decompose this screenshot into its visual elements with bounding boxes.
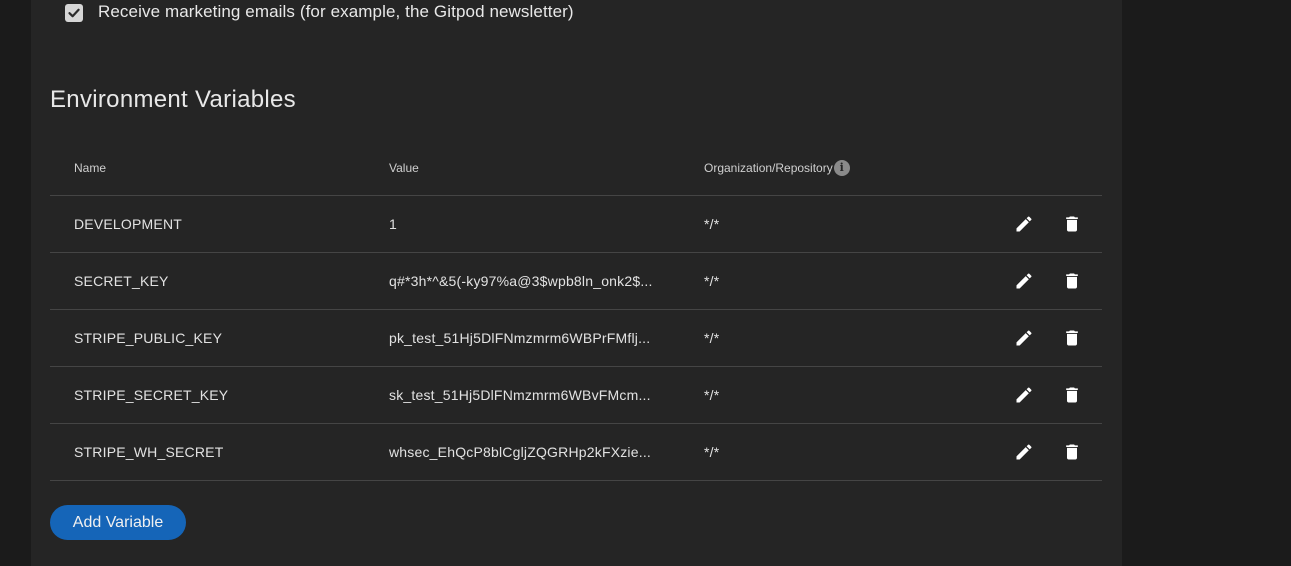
edit-icon[interactable] [1012, 383, 1036, 407]
variable-value: pk_test_51Hj5DlFNmzmrm6WBPrFMflj... [389, 330, 651, 346]
column-header-value: Value [389, 160, 419, 175]
marketing-emails-checkbox[interactable] [65, 3, 83, 22]
variable-name: DEVELOPMENT [74, 216, 182, 232]
table-row: DEVELOPMENT 1 */* [50, 196, 1102, 253]
column-header-scope: Organization/Repository i [704, 159, 850, 176]
delete-icon[interactable] [1060, 440, 1084, 464]
edit-icon[interactable] [1012, 212, 1036, 236]
delete-icon[interactable] [1060, 269, 1084, 293]
edit-icon[interactable] [1012, 440, 1036, 464]
table-row: STRIPE_WH_SECRET whsec_EhQcP8blCgljZQGRHp… [50, 424, 1102, 481]
row-actions [1012, 383, 1084, 407]
table-row: STRIPE_PUBLIC_KEY pk_test_51Hj5DlFNmzmrm6… [50, 310, 1102, 367]
add-variable-button[interactable]: Add Variable [50, 505, 186, 540]
variable-value: sk_test_51Hj5DlFNmzmrm6WBvFMcm... [389, 387, 651, 403]
table-row: STRIPE_SECRET_KEY sk_test_51Hj5DlFNmzmrm6… [50, 367, 1102, 424]
table-row: SECRET_KEY q#*3h*^&5(-ky97%a@3$wpb8ln_onk… [50, 253, 1102, 310]
section-title: Environment Variables [50, 86, 296, 113]
edit-icon[interactable] [1012, 326, 1036, 350]
variable-name: STRIPE_SECRET_KEY [74, 387, 229, 403]
variable-value: q#*3h*^&5(-ky97%a@3$wpb8ln_onk2$... [389, 273, 653, 289]
variable-scope: */* [704, 330, 720, 346]
variable-scope: */* [704, 444, 720, 460]
info-icon[interactable]: i [833, 159, 850, 176]
marketing-emails-option[interactable]: Receive marketing emails (for example, t… [65, 0, 574, 24]
row-actions [1012, 440, 1084, 464]
variable-scope: */* [704, 273, 720, 289]
column-header-scope-label: Organization/Repository [704, 160, 833, 175]
variable-name: STRIPE_PUBLIC_KEY [74, 330, 223, 346]
marketing-emails-label: Receive marketing emails (for example, t… [98, 2, 574, 21]
row-actions [1012, 212, 1084, 236]
variable-value: 1 [389, 216, 397, 232]
env-variables-table: Name Value Organization/Repository i DEV… [50, 140, 1102, 481]
column-header-name: Name [74, 160, 107, 175]
checkmark-icon [68, 8, 80, 17]
row-actions [1012, 326, 1084, 350]
variable-name: STRIPE_WH_SECRET [74, 444, 224, 460]
row-actions [1012, 269, 1084, 293]
table-body: DEVELOPMENT 1 */* SECRET_KEY q#*3h*^&5(-ky97… [50, 196, 1102, 481]
table-header: Name Value Organization/Repository i [50, 140, 1102, 196]
variable-name: SECRET_KEY [74, 273, 169, 289]
edit-icon[interactable] [1012, 269, 1036, 293]
variable-scope: */* [704, 387, 720, 403]
variable-value: whsec_EhQcP8blCgljZQGRHp2kFXzie... [389, 444, 651, 460]
delete-icon[interactable] [1060, 383, 1084, 407]
variable-scope: */* [704, 216, 720, 232]
delete-icon[interactable] [1060, 326, 1084, 350]
delete-icon[interactable] [1060, 212, 1084, 236]
